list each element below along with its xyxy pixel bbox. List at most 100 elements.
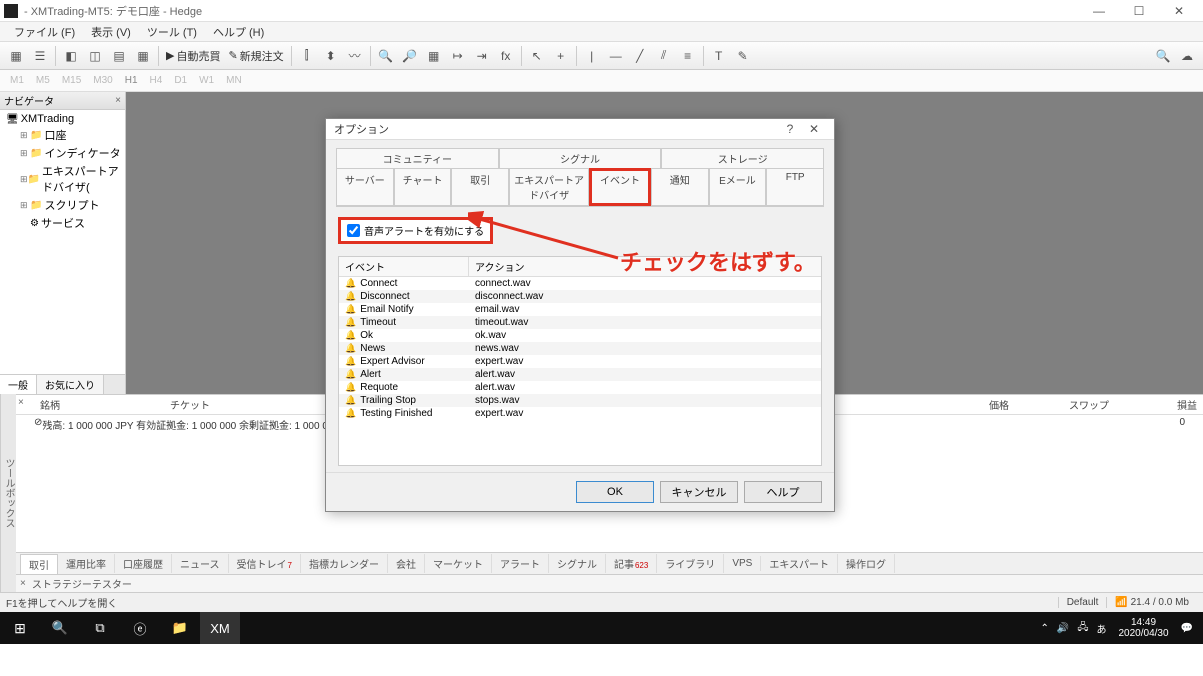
menu-file[interactable]: ファイル (F) [6,24,83,40]
enable-sound-alerts-checkbox[interactable]: 音声アラートを有効にする [338,217,493,244]
tab-events[interactable]: イベント [589,168,651,206]
tf-w1[interactable]: W1 [193,75,220,86]
dialog-help-icon[interactable]: ? [778,122,802,136]
tree-services[interactable]: ⚙サービス [16,214,123,232]
tab-storage[interactable]: ストレージ [661,148,824,168]
strategy-close-icon[interactable]: × [20,578,26,589]
mql5-icon[interactable]: ☁ [1176,45,1198,67]
menu-view[interactable]: 表示 (V) [83,24,139,40]
event-row[interactable]: 🔔Trailing Stopstops.wav [339,394,821,407]
event-row[interactable]: 🔔Testing Finishedexpert.wav [339,407,821,420]
maximize-button[interactable]: ☐ [1119,0,1159,22]
col-action[interactable]: アクション [469,257,821,276]
vline-icon[interactable]: | [581,45,603,67]
menu-tools[interactable]: ツール (T) [139,24,205,40]
tab-email[interactable]: Eメール [709,168,767,206]
tab-trade[interactable]: 取引 [20,554,58,574]
search-icon[interactable]: 🔍 [1152,45,1174,67]
explorer-icon[interactable]: 📁 [160,612,200,644]
mt5-taskbar-icon[interactable]: XM [200,612,240,644]
fibo-icon[interactable]: ≡ [677,45,699,67]
tf-m1[interactable]: M1 [4,75,30,86]
tab-server[interactable]: サーバー [336,168,394,206]
hline-icon[interactable]: — [605,45,627,67]
nav-tab-general[interactable]: 一般 [0,375,37,394]
task-search-icon[interactable]: 🔍 [40,612,80,644]
zoom-in-icon[interactable]: 🔍 [375,45,397,67]
event-row[interactable]: 🔔Okok.wav [339,329,821,342]
tf-m15[interactable]: M15 [56,75,87,86]
profiles-icon[interactable]: ☰ [29,45,51,67]
tab-exposure[interactable]: 運用比率 [58,554,115,573]
event-row[interactable]: 🔔Disconnectdisconnect.wav [339,290,821,303]
col-pl[interactable]: 損益 [1143,395,1203,414]
tf-d1[interactable]: D1 [168,75,193,86]
tab-alerts[interactable]: アラート [492,554,549,573]
event-row[interactable]: 🔔Alertalert.wav [339,368,821,381]
tf-mn[interactable]: MN [220,75,248,86]
tf-h4[interactable]: H4 [144,75,169,86]
nav-tab-favorites[interactable]: お気に入り [37,375,104,394]
sound-alerts-input[interactable] [347,224,360,237]
help-button[interactable]: ヘルプ [744,481,822,503]
crosshair-icon[interactable]: + [550,45,572,67]
ie-icon[interactable]: ⓔ [120,612,160,644]
tree-accounts[interactable]: ⊞📁口座 [16,126,123,144]
tab-journal[interactable]: 操作ログ [838,554,895,573]
tab-market[interactable]: マーケット [425,554,492,573]
tf-m30[interactable]: M30 [87,75,118,86]
tab-articles[interactable]: 記事623 [606,554,657,573]
minimize-button[interactable]: — [1079,0,1119,22]
event-row[interactable]: 🔔Newsnews.wav [339,342,821,355]
tab-library[interactable]: ライブラリ [657,554,724,573]
autotrade-button[interactable]: ▶自動売買 [162,48,224,64]
action-center-icon[interactable]: 💬 [1181,623,1193,634]
toolbox-vertical-label[interactable]: ツールボックス [0,394,16,592]
tab-signals[interactable]: シグナル [549,554,606,573]
col-symbol[interactable]: 銘柄 [34,395,164,414]
toolbox-icon[interactable]: ▤ [108,45,130,67]
tab-ftp[interactable]: FTP [766,168,824,206]
tray-volume-icon[interactable]: 🔊 [1057,623,1069,634]
tab-notifications[interactable]: 通知 [651,168,709,206]
event-row[interactable]: 🔔Expert Advisorexpert.wav [339,355,821,368]
tab-calendar[interactable]: 指標カレンダー [301,554,388,573]
candle-chart-icon[interactable]: ⬍ [320,45,342,67]
menu-help[interactable]: ヘルプ (H) [205,24,272,40]
label-icon[interactable]: ✎ [732,45,754,67]
shift-icon[interactable]: ↦ [447,45,469,67]
market-watch-icon[interactable]: ◧ [60,45,82,67]
taskview-icon[interactable]: ⧉ [80,612,120,644]
tab-news[interactable]: ニュース [172,554,229,573]
navigator-close-icon[interactable]: × [115,95,121,106]
cursor-icon[interactable]: ↖ [526,45,548,67]
col-ticket[interactable]: チケット [164,395,264,414]
tf-h1[interactable]: H1 [119,75,144,86]
tile-icon[interactable]: ▦ [423,45,445,67]
equidistant-icon[interactable]: ⫽ [653,45,675,67]
line-chart-icon[interactable]: 〰 [344,45,366,67]
tab-company[interactable]: 会社 [388,554,425,573]
tester-icon[interactable]: ▦ [132,45,154,67]
event-row[interactable]: 🔔Email Notifyemail.wav [339,303,821,316]
tf-m5[interactable]: M5 [30,75,56,86]
tab-ea[interactable]: エキスパートアドバイザ [509,168,589,206]
cancel-button[interactable]: キャンセル [660,481,738,503]
event-row[interactable]: 🔔Requotealert.wav [339,381,821,394]
tree-experts[interactable]: ⊞📁エキスパートアドバイザ( [16,162,123,196]
tab-signals-opt[interactable]: シグナル [499,148,662,168]
event-row[interactable]: 🔔Connectconnect.wav [339,277,821,290]
tab-experts[interactable]: エキスパート [761,554,838,573]
text-icon[interactable]: T [708,45,730,67]
tab-vps[interactable]: VPS [724,556,761,571]
col-swap[interactable]: スワップ [1063,395,1143,414]
tab-history[interactable]: 口座履歴 [115,554,172,573]
ok-button[interactable]: OK [576,481,654,503]
tree-root[interactable]: 🖥XMTrading [2,112,123,126]
new-chart-icon[interactable]: ▦ [5,45,27,67]
new-order-button[interactable]: ✎新規注文 [224,48,287,64]
tab-community[interactable]: コミュニティー [336,148,499,168]
status-profile[interactable]: Default [1058,597,1107,608]
col-price[interactable]: 価格 [983,395,1063,414]
close-button[interactable]: ✕ [1159,0,1199,22]
